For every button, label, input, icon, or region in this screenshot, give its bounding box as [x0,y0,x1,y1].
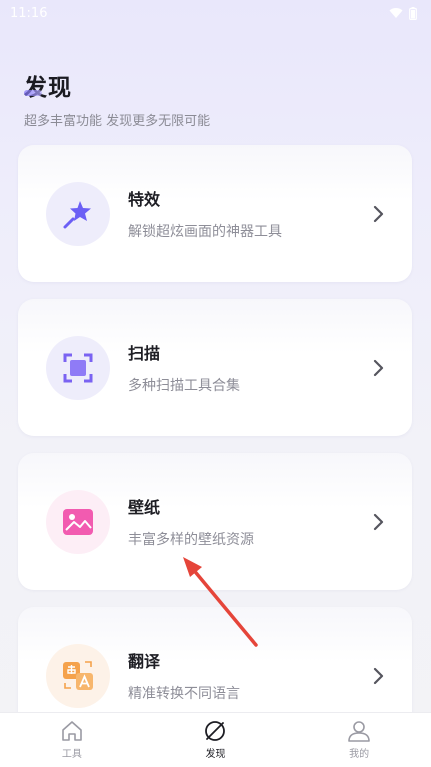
nav-mine[interactable]: 我的 [319,720,399,760]
page-title: 发现 [24,75,72,101]
battery-icon [409,6,417,20]
chevron-right-icon [373,359,384,376]
card-desc: 精准转换不同语言 [128,686,240,702]
chevron-right-icon [373,513,384,530]
card-desc: 丰富多样的壁纸资源 [128,532,254,548]
card-effects[interactable]: 特效 解锁超炫画面的神器工具 [18,145,412,282]
nav-label: 我的 [349,749,370,760]
card-title: 壁纸 [128,498,161,517]
card-icon-circle [46,335,110,400]
card-text: 翻译 精准转换不同语言 [128,648,240,703]
card-wallpaper[interactable]: 壁纸 丰富多样的壁纸资源 [18,453,412,590]
card-desc: 多种扫描工具合集 [128,378,240,394]
card-title: 扫描 [128,344,161,363]
card-icon-circle [46,489,110,554]
nav-label: 工具 [61,749,82,760]
translate-icon [63,660,93,690]
nav-tools[interactable]: 工具 [32,720,112,760]
chevron-right-icon [373,667,384,684]
chevron-right-icon [373,205,384,222]
card-text: 壁纸 丰富多样的壁纸资源 [128,494,254,549]
status-time: 11:16 [10,5,48,21]
card-text: 特效 解锁超炫画面的神器工具 [128,186,282,241]
card-icon-circle [46,181,110,246]
nav-discover[interactable]: 发现 [175,720,255,760]
user-icon [348,721,370,742]
discover-icon [205,721,226,741]
page-subtitle: 超多丰富功能 发现更多无限可能 [24,114,211,129]
bottom-nav: 工具 发现 我的 [0,712,431,767]
title-accent [24,90,42,96]
image-icon [63,508,93,535]
magic-wand-icon [63,200,91,228]
status-icons [389,6,417,20]
nav-label: 发现 [205,749,226,760]
status-bar: 11:16 [0,0,431,26]
page-header: 发现 超多丰富功能 发现更多无限可能 [24,68,210,129]
scan-icon [63,353,93,382]
card-desc: 解锁超炫画面的神器工具 [128,224,282,240]
card-title: 翻译 [128,652,161,671]
card-scan[interactable]: 扫描 多种扫描工具合集 [18,299,412,436]
home-icon [62,721,82,741]
wifi-icon [389,8,403,18]
card-icon-circle [46,643,110,708]
card-text: 扫描 多种扫描工具合集 [128,340,240,395]
card-title: 特效 [128,190,161,209]
